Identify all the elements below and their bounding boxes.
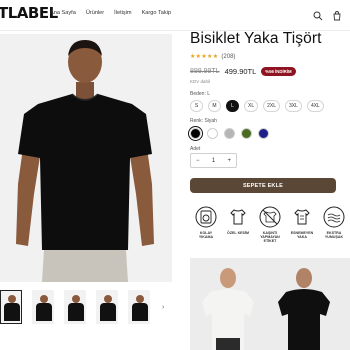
size-option-xl[interactable]: XL <box>244 100 259 112</box>
main-nav: Ana Sayfa Ürünler İletişim Kargo Takip <box>50 10 171 16</box>
color-swatch-white[interactable] <box>207 128 218 139</box>
price-row: 899.99TL 499.90TL %56 İNDİRİM <box>190 67 296 76</box>
thumbnail[interactable] <box>128 290 150 324</box>
current-price: 499.90TL <box>224 67 257 76</box>
color-swatch-gray[interactable] <box>224 128 235 139</box>
feature-label: ESNEMEYEN YAKA <box>290 231 314 240</box>
washing-machine-icon <box>195 206 217 228</box>
feature-item: ESNEMEYEN YAKA <box>288 206 316 243</box>
site-header: TLABEL Ana Sayfa Ürünler İletişim Kargo … <box>0 0 350 28</box>
cart-icon[interactable] <box>332 8 342 21</box>
rating-count: (208) <box>221 53 236 60</box>
main-product-image[interactable] <box>0 34 172 282</box>
feature-item: ÖZEL KESİM <box>224 206 252 243</box>
tshirt-icon <box>230 209 246 225</box>
size-option-3xl[interactable]: 3XL <box>285 100 302 112</box>
thumbnail[interactable] <box>0 290 22 324</box>
size-label: Beden: L <box>190 91 211 97</box>
tax-note: KDV dahil <box>190 79 211 84</box>
star-rating-icon: ★★★★★ <box>190 54 219 60</box>
fabric-icon <box>323 206 345 228</box>
color-swatch-green[interactable] <box>241 128 252 139</box>
thumbnail[interactable] <box>32 290 54 324</box>
logo[interactable]: TLABEL <box>0 4 58 22</box>
product-title: Bisiklet Yaka Tişört <box>190 30 322 47</box>
lifestyle-image-black-tshirt[interactable] <box>270 258 350 350</box>
rating[interactable]: ★★★★★ (208) <box>190 53 236 61</box>
feature-label: EKSTRA YUMUŞAK <box>324 231 344 240</box>
add-to-cart-button[interactable]: SEPETE EKLE <box>190 178 336 193</box>
size-selector: S M L XL 2XL 3XL 4XL <box>190 100 324 112</box>
color-swatch-black[interactable] <box>190 128 201 139</box>
chevron-right-icon[interactable]: › <box>162 304 164 311</box>
lifestyle-image-white-tshirt[interactable] <box>190 258 270 350</box>
color-label: Renk: Siyah <box>190 118 217 124</box>
nav-item-contact[interactable]: İletişim <box>114 10 131 16</box>
tshirt-stretch-icon <box>294 209 310 225</box>
quantity-increase-button[interactable]: + <box>227 158 231 164</box>
feature-item: KOLAY YIKAMA <box>192 206 220 243</box>
size-option-2xl[interactable]: 2XL <box>263 100 281 112</box>
size-option-4xl[interactable]: 4XL <box>306 100 324 112</box>
quantity-decrease-button[interactable]: − <box>196 158 200 164</box>
size-option-m[interactable]: M <box>208 100 221 112</box>
no-sweat-icon <box>259 206 281 228</box>
thumbnail[interactable] <box>64 290 86 324</box>
feature-label: ÖZEL KESİM <box>227 231 249 235</box>
quantity-label: Adet <box>190 146 201 152</box>
color-selector <box>190 128 269 139</box>
size-option-l[interactable]: L <box>226 100 239 112</box>
thumbnail-strip <box>0 290 150 324</box>
size-option-s[interactable]: S <box>190 100 203 112</box>
search-icon[interactable] <box>313 8 323 21</box>
feature-list: KOLAY YIKAMA ÖZEL KESİM KAŞINTI YAPMAYAN… <box>192 206 348 243</box>
discount-badge: %56 İNDİRİM <box>261 67 296 76</box>
old-price: 899.99TL <box>190 68 220 75</box>
nav-item-products[interactable]: Ürünler <box>86 10 104 16</box>
quantity-stepper: − 1 + <box>190 153 237 168</box>
feature-item: KAŞINTI YAPMAYAN ETİKET <box>256 206 284 243</box>
color-swatch-navy[interactable] <box>258 128 269 139</box>
quantity-value[interactable]: 1 <box>212 158 215 164</box>
feature-label: KAŞINTI YAPMAYAN ETİKET <box>260 231 280 244</box>
feature-label: KOLAY YIKAMA <box>198 231 214 240</box>
thumbnail[interactable] <box>96 290 118 324</box>
nav-item-home[interactable]: Ana Sayfa <box>50 10 76 16</box>
nav-item-shipping-tracking[interactable]: Kargo Takip <box>142 10 171 16</box>
feature-item: EKSTRA YUMUŞAK <box>320 206 348 243</box>
